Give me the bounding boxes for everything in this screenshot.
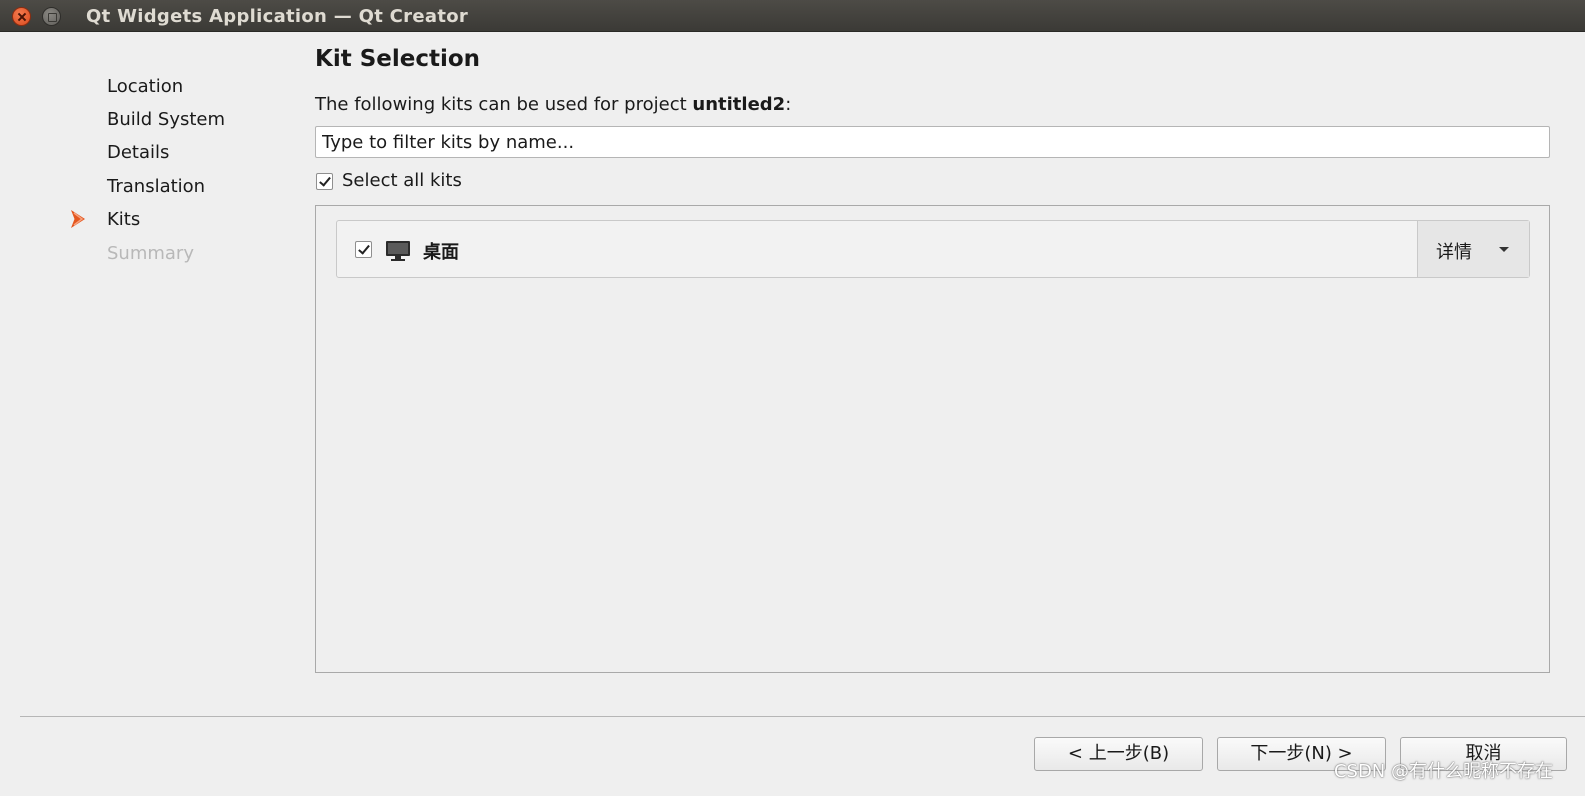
minimize-window-icon[interactable] <box>42 7 61 26</box>
chevron-right-icon <box>71 210 85 228</box>
step-translation: Translation <box>107 176 206 197</box>
intro-suffix: : <box>785 94 792 115</box>
step-details: Details <box>107 142 170 163</box>
footer-divider <box>20 716 1585 717</box>
title-bar: Qt Widgets Application — Qt Creator <box>0 0 1585 32</box>
window-title: Qt Widgets Application — Qt Creator <box>86 6 469 27</box>
step-summary: Summary <box>107 243 194 264</box>
select-all-kits-checkbox[interactable] <box>316 173 333 190</box>
kit-name: 桌面 <box>423 242 459 263</box>
kit-checkbox[interactable] <box>355 241 372 258</box>
kits-list: 桌面 详情 <box>315 205 1550 673</box>
page-title: Kit Selection <box>315 46 481 72</box>
step-build-system: Build System <box>107 109 226 130</box>
intro-text: The following kits can be used for proje… <box>315 94 791 115</box>
step-location: Location <box>107 76 184 97</box>
kit-row[interactable]: 桌面 详情 <box>336 220 1530 278</box>
kit-filter-input[interactable] <box>315 126 1550 158</box>
select-all-kits-label[interactable]: Select all kits <box>342 170 462 191</box>
back-button[interactable]: < 上一步(B) <box>1034 737 1203 771</box>
step-kits: Kits <box>107 209 141 230</box>
project-name: untitled2 <box>692 94 786 115</box>
close-window-icon[interactable] <box>12 7 31 26</box>
intro-prefix: The following kits can be used for proje… <box>315 94 693 115</box>
kit-details-button[interactable]: 详情 <box>1417 221 1529 277</box>
kit-details-label: 详情 <box>1436 242 1472 263</box>
chevron-down-icon <box>1499 247 1509 252</box>
wizard-steps <box>0 32 300 712</box>
csdn-watermark: CSDN @有什么昵称不存在 <box>1333 761 1553 782</box>
desktop-monitor-icon <box>386 241 410 261</box>
